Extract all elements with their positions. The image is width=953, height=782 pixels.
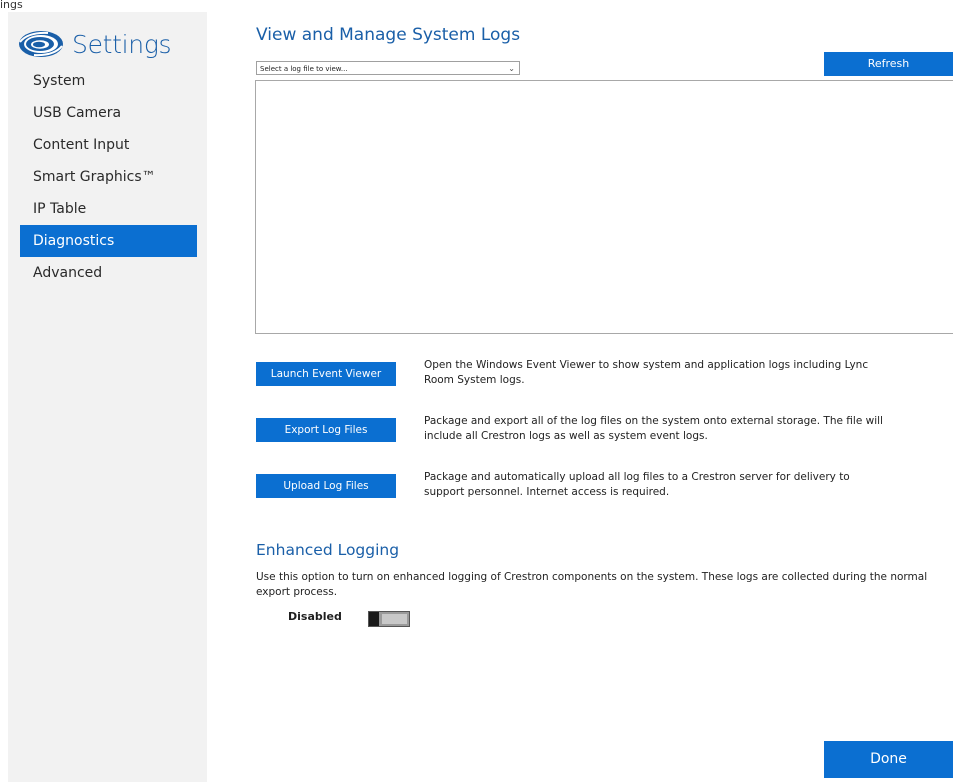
enhanced-logging-toggle[interactable] [368,611,410,627]
enhanced-logging-description: Use this option to turn on enhanced logg… [256,571,928,598]
sidebar-item-content-input[interactable]: Content Input [20,129,197,161]
export-log-files-description: Package and export all of the log files … [424,415,883,442]
export-log-files-button[interactable]: Export Log Files [256,418,396,442]
enhanced-logging-state-label: Disabled [288,610,342,623]
toggle-track [382,614,407,624]
refresh-button[interactable]: Refresh [824,52,953,76]
app-title: Settings [72,29,172,59]
log-file-select-value: Select a log file to view... [260,65,348,73]
sidebar-item-system[interactable]: System [20,65,197,97]
main-content: View and Manage System Logs Select a log… [255,0,953,782]
page-title: View and Manage System Logs [256,25,521,45]
sidebar-item-diagnostics[interactable]: Diagnostics [20,225,197,257]
sidebar-item-advanced[interactable]: Advanced [20,257,197,289]
enhanced-logging-title: Enhanced Logging [256,541,400,559]
upload-log-files-description: Package and automatically upload all log… [424,471,850,498]
sidebar-nav: System USB Camera Content Input Smart Gr… [20,65,197,289]
toggle-knob [369,612,379,626]
sidebar-item-usb-camera[interactable]: USB Camera [20,97,197,129]
chevron-down-icon: ⌄ [508,64,515,73]
done-button[interactable]: Done [824,741,953,778]
launch-event-viewer-button[interactable]: Launch Event Viewer [256,362,396,386]
sidebar-item-smart-graphics[interactable]: Smart Graphics™ [20,161,197,193]
log-viewer-area[interactable] [255,80,953,334]
sidebar-item-ip-table[interactable]: IP Table [20,193,197,225]
upload-log-files-button[interactable]: Upload Log Files [256,474,396,498]
crestron-swirl-icon [18,29,64,59]
sidebar-header: Settings [18,26,172,62]
window-title-fragment: ings [0,0,23,11]
log-file-select[interactable]: Select a log file to view... ⌄ [256,61,520,75]
sidebar: Settings System USB Camera Content Input… [8,12,207,782]
launch-event-viewer-description: Open the Windows Event Viewer to show sy… [424,359,869,386]
